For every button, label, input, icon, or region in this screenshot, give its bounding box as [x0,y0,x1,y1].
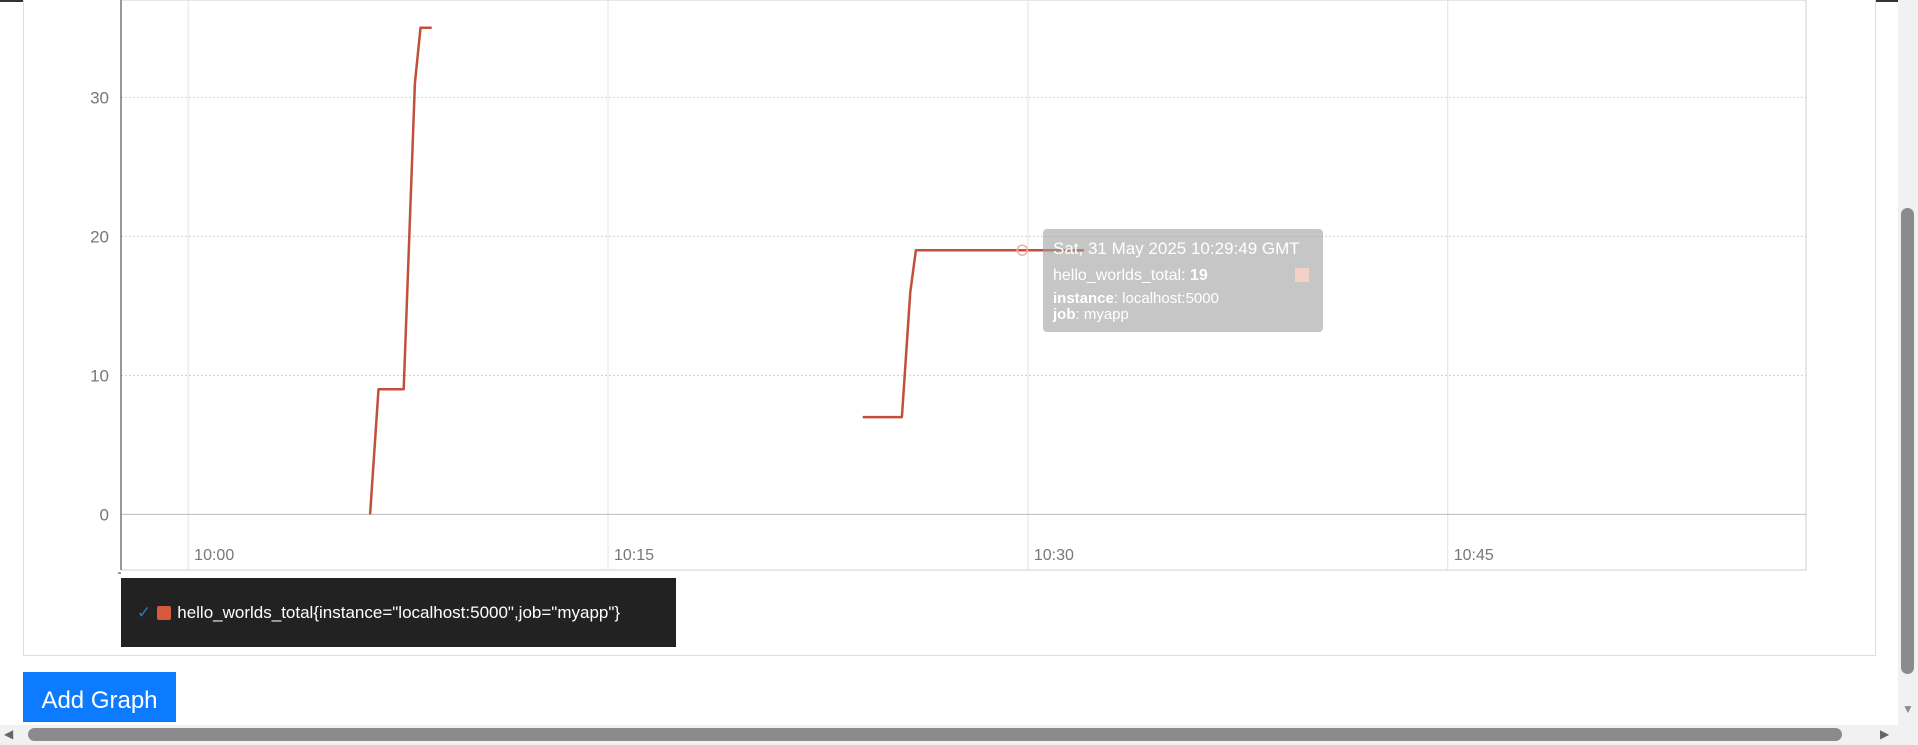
y-tick-label: 0 [100,505,109,524]
tooltip-label-value: localhost:5000 [1122,290,1219,307]
y-tick-label: 30 [90,88,109,107]
y-tick-label: 20 [90,227,109,246]
add-graph-button[interactable]: Add Graph [23,672,176,722]
graph-chart[interactable]: 10:00 10:15 10:30 10:45 0 10 20 30 [0,0,1898,590]
legend-series-label[interactable]: hello_worlds_total{instance="localhost:5… [177,603,620,623]
scroll-right-arrow-icon[interactable]: ▶ [1880,727,1889,741]
horizontal-scrollbar-thumb[interactable] [28,728,1842,741]
tooltip-label-value: myapp [1083,306,1129,323]
plot-area [120,0,1807,571]
tooltip-label-key: instance [1053,290,1114,307]
horizontal-scrollbar[interactable]: ◀ ▶ [0,725,1918,745]
x-tick-label: 10:30 [1034,547,1074,564]
legend-color-swatch [157,605,172,620]
vertical-scrollbar-thumb[interactable] [1901,208,1914,674]
x-tick-label: 10:00 [194,547,234,564]
tooltip-label-job: job: myapp [1053,306,1129,323]
legend-check-icon[interactable]: ✓ [137,603,151,623]
tooltip-date: Sat, 31 May 2025 10:29:49 GMT [1053,239,1300,258]
vertical-scrollbar[interactable]: ▼ [1898,0,1918,725]
tooltip-value-line: hello_worlds_total: 19 [1053,267,1208,284]
tooltip-label-instance: instance: localhost:5000 [1053,290,1219,307]
tooltip-series-swatch [1295,268,1309,282]
y-tick-label: 10 [90,366,109,385]
hover-tooltip: Sat, 31 May 2025 10:29:49 GMT hello_worl… [1043,229,1323,332]
tooltip-metric: hello_worlds_total [1053,267,1182,284]
x-tick-label: 10:45 [1454,547,1494,564]
series-line [368,26,432,515]
tooltip-value: 19 [1189,267,1208,284]
scroll-left-arrow-icon[interactable]: ◀ [4,727,13,741]
x-tick-label: 10:15 [614,547,654,564]
tooltip-label-key: job [1053,306,1076,323]
series-legend[interactable]: ✓ hello_worlds_total{instance="localhost… [121,578,676,647]
scroll-down-arrow-icon[interactable]: ▼ [1902,702,1914,716]
